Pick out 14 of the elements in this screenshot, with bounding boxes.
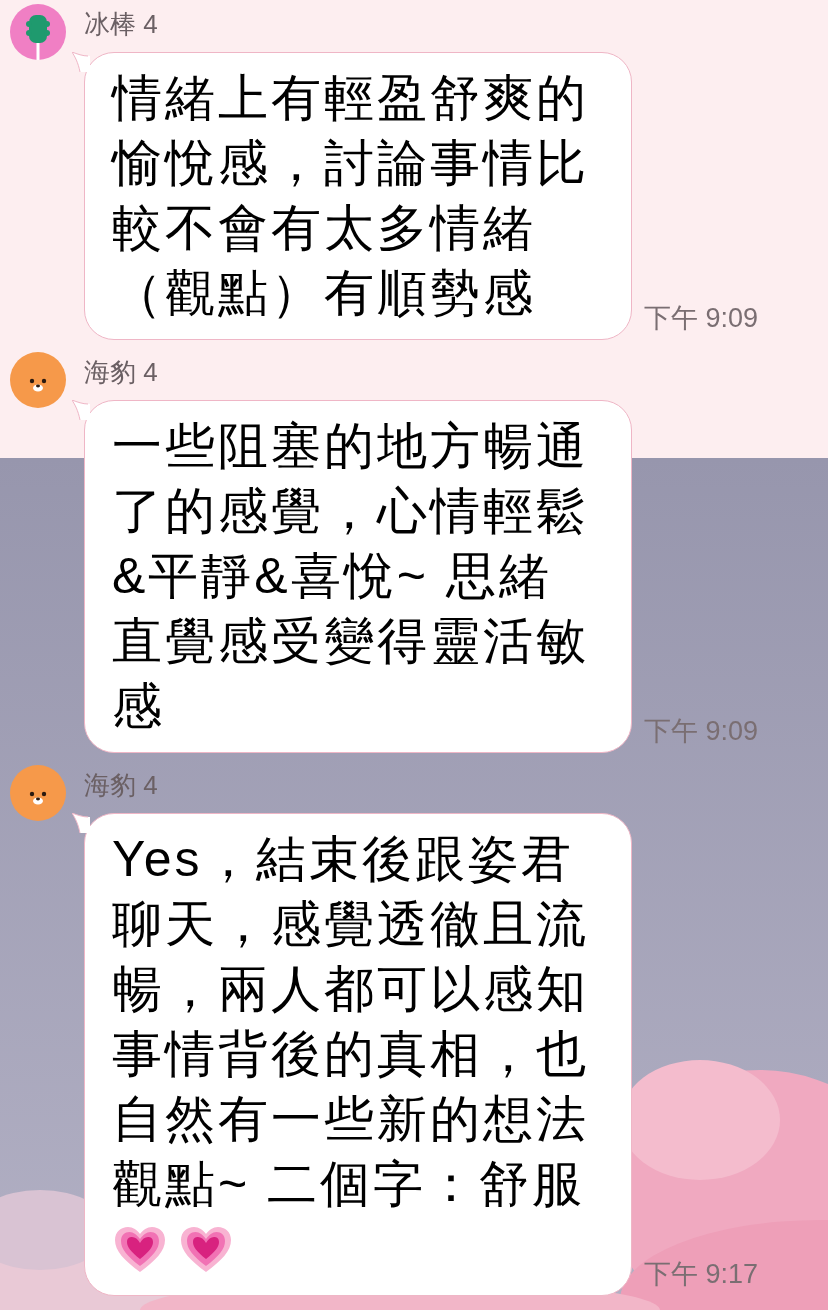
dog-face-icon	[10, 352, 66, 408]
popsicle-icon	[10, 4, 66, 60]
dog-face-icon	[10, 765, 66, 821]
heart-icon	[180, 1225, 232, 1274]
heart-icon	[114, 1225, 166, 1274]
sender-name: 海豹 4	[84, 357, 158, 387]
sender-name: 冰棒 4	[84, 9, 158, 39]
message-time: 下午 9:17	[644, 1257, 759, 1291]
message-time: 下午 9:09	[644, 714, 759, 748]
message-time: 下午 9:09	[644, 301, 759, 335]
message-text: 情緒上有輕盈舒爽的愉悅感，討論事情比較不會有太多情緒（觀點）有順勢感	[112, 69, 590, 323]
message-text: 一些阻塞的地方暢通了的感覺，心情輕鬆&平靜&喜悅~ 思緒直覺感受變得靈活敏感	[112, 417, 590, 736]
message-text: Yes，結束後跟姿君聊天，感覺透徹且流暢，兩人都可以感知事情背後的真相，也自然有一些新的想法觀點~ 二個字：舒服	[112, 830, 590, 1214]
sender-name: 海豹 4	[84, 770, 158, 800]
